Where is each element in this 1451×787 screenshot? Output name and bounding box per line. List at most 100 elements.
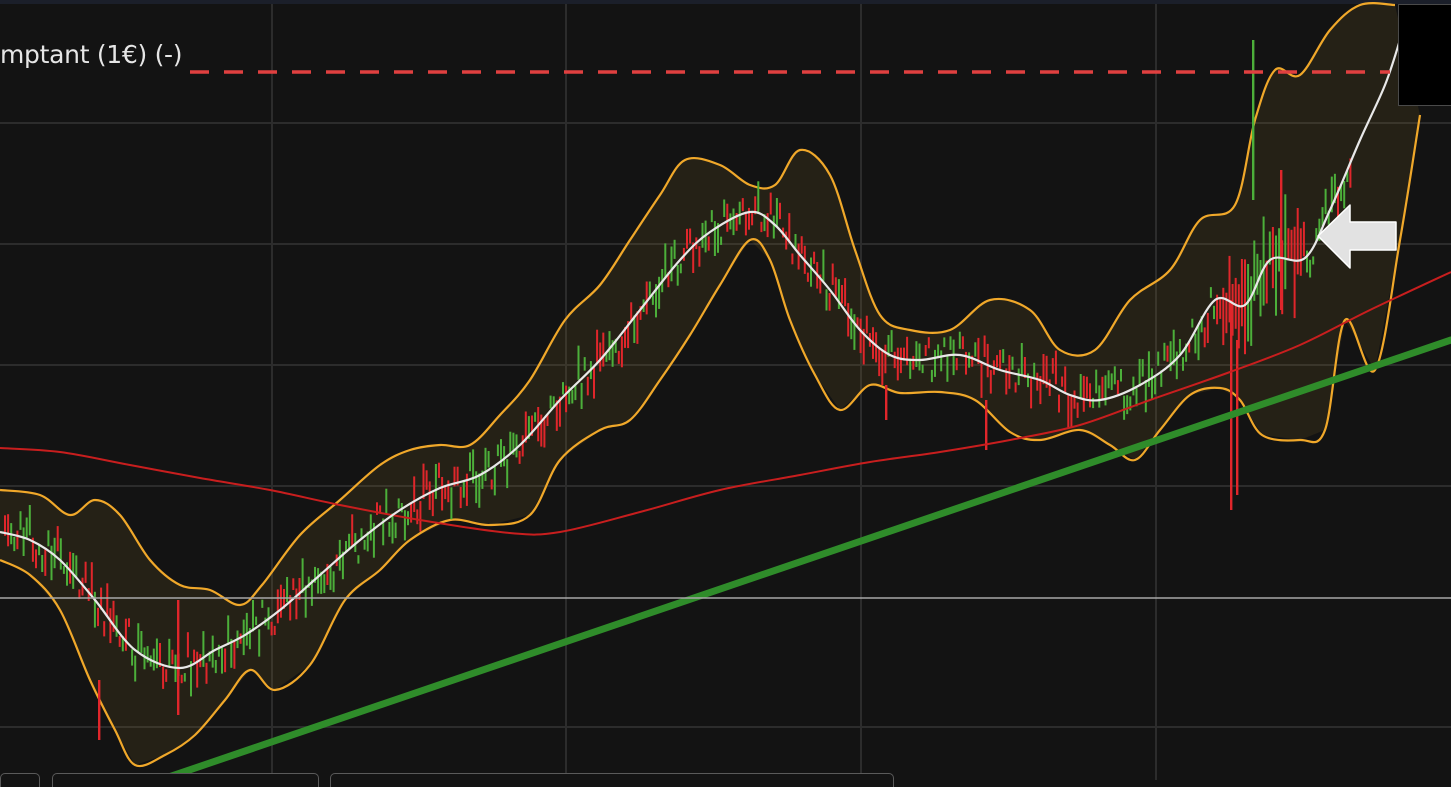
candle <box>137 623 140 653</box>
candle <box>1036 372 1039 391</box>
candle <box>44 547 47 576</box>
candle <box>744 211 747 236</box>
candle <box>131 649 134 666</box>
candle <box>853 314 856 350</box>
candle <box>214 660 217 674</box>
candle <box>323 574 326 594</box>
candle <box>75 555 78 578</box>
candle <box>518 450 521 464</box>
candle <box>1107 370 1110 389</box>
candle <box>825 289 828 311</box>
candle <box>772 215 775 239</box>
candle <box>946 354 949 382</box>
candle <box>1324 188 1327 215</box>
candle <box>255 616 258 626</box>
candle <box>1175 351 1178 380</box>
candle <box>1082 375 1085 412</box>
candle <box>41 555 44 572</box>
candle <box>227 615 230 645</box>
candle <box>1076 402 1079 418</box>
bottom-tab-1[interactable] <box>0 773 40 787</box>
candle <box>1058 394 1060 413</box>
candle <box>580 382 583 409</box>
candle <box>844 278 847 307</box>
candle <box>221 647 223 674</box>
candle <box>1275 235 1277 316</box>
candle <box>1154 376 1157 395</box>
candle <box>593 367 595 399</box>
candle <box>56 526 59 552</box>
candle <box>109 608 112 644</box>
price-chart[interactable] <box>0 0 1451 780</box>
candle <box>968 352 971 368</box>
candle <box>934 349 936 377</box>
candle <box>180 674 183 684</box>
candle <box>1123 395 1126 420</box>
candle <box>1312 256 1315 265</box>
candle <box>757 181 760 214</box>
candle <box>689 228 692 244</box>
candle <box>1290 229 1293 261</box>
candle <box>986 343 989 378</box>
candle <box>1104 375 1107 406</box>
candle <box>1033 362 1036 378</box>
candle <box>1126 395 1129 415</box>
candle <box>128 618 130 627</box>
candle <box>348 533 351 549</box>
candle <box>1002 349 1005 363</box>
candle <box>602 332 605 367</box>
candle <box>47 530 50 547</box>
candle <box>909 358 912 379</box>
candle <box>974 342 977 357</box>
candle <box>596 329 599 363</box>
candle <box>806 272 809 282</box>
candle <box>1191 318 1194 328</box>
candle <box>25 517 28 539</box>
candle <box>16 530 19 550</box>
candle <box>741 198 744 212</box>
bottom-tab-3[interactable] <box>330 773 894 787</box>
candle <box>1178 339 1181 354</box>
candle <box>224 648 227 673</box>
candle <box>850 308 853 340</box>
candle <box>509 431 512 454</box>
candle <box>496 444 499 457</box>
candle <box>1054 350 1057 385</box>
candle <box>503 446 506 467</box>
candle <box>571 389 574 404</box>
candle <box>726 203 729 232</box>
candle <box>183 673 186 682</box>
candle <box>35 549 37 569</box>
candle <box>1089 383 1091 408</box>
candle <box>899 347 902 374</box>
candle <box>738 201 741 225</box>
candle <box>28 505 31 536</box>
candle <box>918 343 921 371</box>
candle <box>930 369 933 383</box>
candle <box>1240 259 1243 327</box>
candle <box>847 303 850 337</box>
candle <box>261 599 264 608</box>
candle <box>490 479 493 490</box>
candle <box>810 257 812 287</box>
candle <box>493 466 496 496</box>
price-level-label[interactable]: mptant (1€) (-) <box>0 40 183 69</box>
candle <box>701 222 704 248</box>
candle <box>543 419 546 448</box>
candle <box>940 350 943 372</box>
candle <box>983 335 986 357</box>
candle <box>7 514 10 547</box>
candle <box>636 311 639 344</box>
candle <box>168 638 171 668</box>
candle <box>779 202 781 220</box>
candle <box>549 395 552 409</box>
candle <box>1250 276 1253 346</box>
candle <box>50 545 53 581</box>
candle <box>949 336 952 350</box>
candle <box>1309 259 1312 278</box>
candle <box>134 655 137 682</box>
bottom-tab-2[interactable] <box>52 773 319 787</box>
chart-area[interactable]: mptant (1€) (-) <box>0 0 1451 787</box>
candle <box>403 510 406 541</box>
candle <box>425 470 428 490</box>
